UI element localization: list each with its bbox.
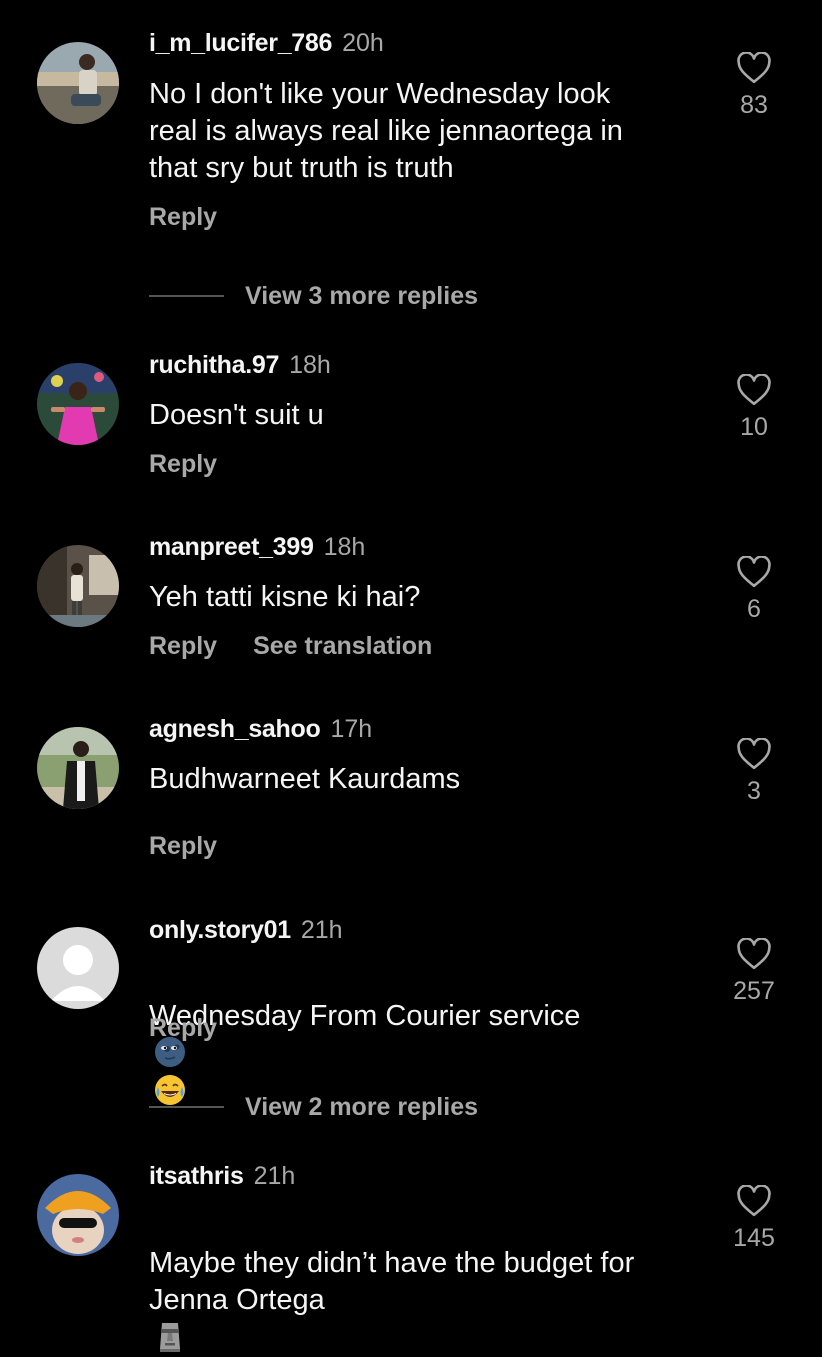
comment-header: only.story01 21h xyxy=(149,915,343,945)
comment-actions: Reply xyxy=(149,1013,217,1043)
like-count: 10 xyxy=(740,413,768,441)
timestamp: 21h xyxy=(300,916,343,944)
avatar[interactable] xyxy=(37,927,119,1009)
heart-icon[interactable] xyxy=(736,52,772,84)
heart-icon[interactable] xyxy=(736,556,772,588)
like-count: 145 xyxy=(733,1224,775,1252)
moai-emoji-icon xyxy=(160,1323,180,1352)
view-replies-label[interactable]: View 3 more replies xyxy=(245,282,478,311)
like-count: 3 xyxy=(747,777,761,805)
heart-icon[interactable] xyxy=(736,374,772,406)
like-count: 257 xyxy=(733,977,775,1005)
timestamp: 20h xyxy=(342,29,384,57)
comment-text-container: Wednesday From Courier service xyxy=(149,961,709,1111)
heart-icon[interactable] xyxy=(736,1185,772,1217)
default-avatar-icon xyxy=(37,927,119,1009)
username[interactable]: ruchitha.97 xyxy=(149,351,279,379)
comment-text: Budhwarneet Kaurdams xyxy=(149,763,461,795)
like-button[interactable]: 145 xyxy=(724,1185,784,1253)
reply-button[interactable]: Reply xyxy=(149,632,217,660)
comment-actions: Reply xyxy=(149,831,217,861)
comment-header: i_m_lucifer_786 20h xyxy=(149,28,384,58)
like-button[interactable]: 3 xyxy=(724,738,784,806)
comment-text: Maybe they didn’t have the budget for Je… xyxy=(149,1247,635,1316)
heart-icon[interactable] xyxy=(736,738,772,770)
comment-text-container: Maybe they didn’t have the budget for Je… xyxy=(149,1208,709,1357)
avatar[interactable] xyxy=(37,1174,119,1256)
reply-button[interactable]: Reply xyxy=(149,1014,217,1042)
username[interactable]: itsathris xyxy=(149,1162,244,1190)
comment-actions: Reply xyxy=(149,202,217,232)
view-replies-label[interactable]: View 2 more replies xyxy=(245,1093,478,1122)
like-count: 6 xyxy=(747,595,761,623)
avatar[interactable] xyxy=(37,727,119,809)
comment-text: No I don't like your Wednesday look real… xyxy=(149,78,623,184)
username[interactable]: only.story01 xyxy=(149,916,291,944)
username[interactable]: agnesh_sahoo xyxy=(149,715,321,743)
divider-line xyxy=(149,1106,224,1108)
like-button[interactable]: 83 xyxy=(724,52,784,120)
username[interactable]: i_m_lucifer_786 xyxy=(149,29,332,57)
see-translation-button[interactable]: See translation xyxy=(253,632,432,660)
comment-actions: Reply xyxy=(149,449,217,479)
like-count: 83 xyxy=(740,91,768,119)
timestamp: 18h xyxy=(323,533,366,561)
timestamp: 21h xyxy=(253,1162,296,1190)
view-more-replies-button[interactable]: View 2 more replies xyxy=(149,1092,478,1122)
like-button[interactable]: 257 xyxy=(724,938,784,1006)
comment-text: Doesn't suit u xyxy=(149,399,324,431)
like-button[interactable]: 6 xyxy=(724,556,784,624)
timestamp: 18h xyxy=(289,351,331,379)
timestamp: 17h xyxy=(330,715,373,743)
avatar[interactable] xyxy=(37,545,119,627)
comment-actions: Reply See translation xyxy=(149,631,432,661)
username[interactable]: manpreet_399 xyxy=(149,533,314,561)
comment-header: ruchitha.97 18h xyxy=(149,350,331,380)
heart-icon[interactable] xyxy=(736,938,772,970)
reply-button[interactable]: Reply xyxy=(149,832,217,860)
avatar[interactable] xyxy=(37,363,119,445)
comment-header: agnesh_sahoo 17h xyxy=(149,714,372,744)
view-more-replies-button[interactable]: View 3 more replies xyxy=(149,281,478,311)
reply-button[interactable]: Reply xyxy=(149,450,217,478)
avatar[interactable] xyxy=(37,42,119,124)
comment-header: itsathris 21h xyxy=(149,1161,295,1191)
like-button[interactable]: 10 xyxy=(724,374,784,442)
comment-header: manpreet_399 18h xyxy=(149,532,365,562)
divider-line xyxy=(149,295,224,297)
reply-button[interactable]: Reply xyxy=(149,203,217,231)
comment-text: Yeh tatti kisne ki hai? xyxy=(149,581,421,613)
